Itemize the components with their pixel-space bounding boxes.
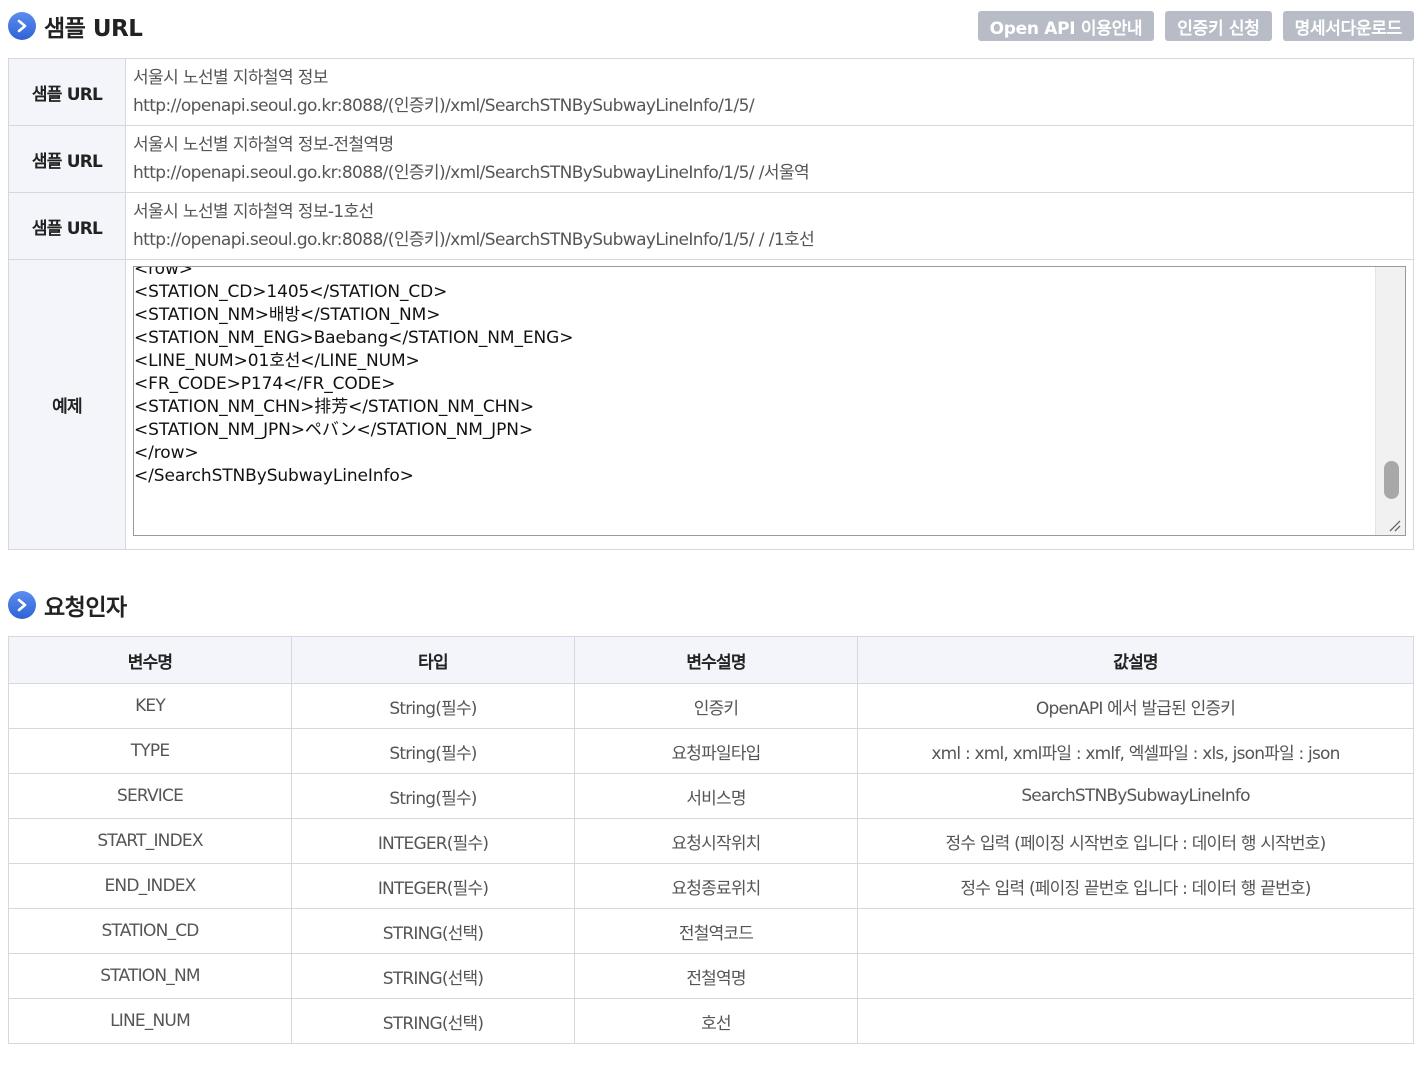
sample-url-cell: 서울시 노선별 지하철역 정보 http://openapi.seoul.go.… xyxy=(125,58,1414,126)
table-row: LINE_NUM STRING(선택) 호선 xyxy=(8,998,1414,1044)
column-header: 타입 xyxy=(291,636,575,684)
sample-description: 서울시 노선별 지하철역 정보 xyxy=(133,68,329,88)
api-key-request-button[interactable]: 인증키 신청 xyxy=(1165,11,1272,41)
row-label: 샘플 URL xyxy=(8,192,126,260)
table-row: STATION_NM STRING(선택) 전철역명 xyxy=(8,953,1414,999)
param-name: STATION_NM xyxy=(8,953,292,999)
param-name: START_INDEX xyxy=(8,818,292,864)
param-description: 요청종료위치 xyxy=(574,863,858,909)
sample-url-link[interactable]: http://openapi.seoul.go.kr:8088/(인증키)/xm… xyxy=(133,159,1406,187)
sample-url-section-header: 샘플 URL xyxy=(8,8,143,44)
param-value-description: OpenAPI 에서 발급된 인증키 xyxy=(857,683,1414,729)
open-api-guide-button[interactable]: Open API 이용안내 xyxy=(977,11,1155,41)
param-type: INTEGER(필수) xyxy=(291,863,575,909)
section-title: 요청인자 xyxy=(44,595,127,621)
code-line: <STATION_NM_ENG>Baebang</STATION_NM_ENG> xyxy=(134,328,574,348)
column-header: 변수설명 xyxy=(574,636,858,684)
sample-url-link[interactable]: http://openapi.seoul.go.kr:8088/(인증키)/xm… xyxy=(133,226,1406,254)
param-name: STATION_CD xyxy=(8,908,292,954)
param-description: 전철역명 xyxy=(574,953,858,999)
table-row: START_INDEX INTEGER(필수) 요청시작위치 정수 입력 (페이… xyxy=(8,818,1414,864)
top-button-group: Open API 이용안내 인증키 신청 명세서다운로드 xyxy=(977,11,1414,41)
scrollbar-thumb[interactable] xyxy=(1384,461,1399,499)
sample-url-cell: 서울시 노선별 지하철역 정보-전철역명 http://openapi.seou… xyxy=(125,125,1414,193)
param-type: String(필수) xyxy=(291,683,575,729)
sample-url-link[interactable]: http://openapi.seoul.go.kr:8088/(인증키)/xm… xyxy=(133,92,1406,120)
sample-url-row: 샘플 URL 서울시 노선별 지하철역 정보-전철역명 http://opena… xyxy=(8,125,1414,193)
table-row: KEY String(필수) 인증키 OpenAPI 에서 발급된 인증키 xyxy=(8,683,1414,729)
code-line: <STATION_NM_JPN>ペバン</STATION_NM_JPN> xyxy=(134,420,534,440)
row-label: 샘플 URL xyxy=(8,58,126,126)
param-type: STRING(선택) xyxy=(291,953,575,999)
param-value-description: SearchSTNBySubwayLineInfo xyxy=(857,773,1414,819)
table-header-row: 변수명 타입 변수설명 값설명 xyxy=(8,636,1414,684)
param-type: String(필수) xyxy=(291,773,575,819)
code-line: </SearchSTNBySubwayLineInfo> xyxy=(134,466,414,486)
table-row: SERVICE String(필수) 서비스명 SearchSTNBySubwa… xyxy=(8,773,1414,819)
spec-download-button[interactable]: 명세서다운로드 xyxy=(1282,11,1414,41)
param-description: 요청시작위치 xyxy=(574,818,858,864)
code-line: <row> xyxy=(134,266,193,279)
param-description: 인증키 xyxy=(574,683,858,729)
sample-url-row: 샘플 URL 서울시 노선별 지하철역 정보 http://openapi.se… xyxy=(8,58,1414,126)
param-type: STRING(선택) xyxy=(291,908,575,954)
table-row: STATION_CD STRING(선택) 전철역코드 xyxy=(8,908,1414,954)
chevron-right-icon xyxy=(8,12,36,40)
example-code-textarea[interactable]: <row> <STATION_CD>1405</STATION_CD> <STA… xyxy=(133,266,1406,536)
code-line: </row> xyxy=(134,443,199,463)
param-name: TYPE xyxy=(8,728,292,774)
param-value-description: xml : xml, xml파일 : xmlf, 엑셀파일 : xls, jso… xyxy=(857,728,1414,774)
chevron-right-icon xyxy=(8,591,36,619)
sample-url-row: 샘플 URL 서울시 노선별 지하철역 정보-1호선 http://openap… xyxy=(8,192,1414,260)
param-description: 서비스명 xyxy=(574,773,858,819)
section-title: 샘플 URL xyxy=(44,16,143,42)
code-line: <STATION_CD>1405</STATION_CD> xyxy=(134,282,448,302)
param-value-description xyxy=(857,998,1414,1044)
param-name: LINE_NUM xyxy=(8,998,292,1044)
table-row: END_INDEX INTEGER(필수) 요청종료위치 정수 입력 (페이징 … xyxy=(8,863,1414,909)
example-cell: <row> <STATION_CD>1405</STATION_CD> <STA… xyxy=(125,259,1414,550)
param-value-description: 정수 입력 (페이징 끝번호 입니다 : 데이터 행 끝번호) xyxy=(857,863,1414,909)
param-name: KEY xyxy=(8,683,292,729)
param-description: 호선 xyxy=(574,998,858,1044)
sample-url-table: 샘플 URL 서울시 노선별 지하철역 정보 http://openapi.se… xyxy=(8,58,1414,550)
table-row: TYPE String(필수) 요청파일타입 xml : xml, xml파일 … xyxy=(8,728,1414,774)
param-type: String(필수) xyxy=(291,728,575,774)
code-line: <FR_CODE>P174</FR_CODE> xyxy=(134,374,396,394)
param-value-description: 정수 입력 (페이징 시작번호 입니다 : 데이터 행 시작번호) xyxy=(857,818,1414,864)
param-type: STRING(선택) xyxy=(291,998,575,1044)
param-description: 요청파일타입 xyxy=(574,728,858,774)
code-line: <LINE_NUM>01호선</LINE_NUM> xyxy=(134,351,420,371)
example-code-lines: <row> <STATION_CD>1405</STATION_CD> <STA… xyxy=(134,266,574,488)
column-header: 변수명 xyxy=(8,636,292,684)
sample-description: 서울시 노선별 지하철역 정보-1호선 xyxy=(133,202,374,222)
resize-handle[interactable] xyxy=(1376,507,1405,535)
sample-description: 서울시 노선별 지하철역 정보-전철역명 xyxy=(133,135,394,155)
example-label: 예제 xyxy=(8,259,126,550)
row-label: 샘플 URL xyxy=(8,125,126,193)
sample-url-cell: 서울시 노선별 지하철역 정보-1호선 http://openapi.seoul… xyxy=(125,192,1414,260)
param-type: INTEGER(필수) xyxy=(291,818,575,864)
param-name: END_INDEX xyxy=(8,863,292,909)
column-header: 값설명 xyxy=(857,636,1414,684)
param-value-description xyxy=(857,953,1414,999)
param-name: SERVICE xyxy=(8,773,292,819)
example-row: 예제 <row> <STATION_CD>1405</STATION_CD> <… xyxy=(8,259,1414,550)
request-params-section-header: 요청인자 xyxy=(8,587,127,623)
code-line: <STATION_NM>배방</STATION_NM> xyxy=(134,305,441,325)
param-value-description xyxy=(857,908,1414,954)
resize-grip-icon xyxy=(1389,520,1401,532)
request-params-table: 변수명 타입 변수설명 값설명 KEY String(필수) 인증키 OpenA… xyxy=(8,636,1414,1044)
param-description: 전철역코드 xyxy=(574,908,858,954)
code-line: <STATION_NM_CHN>排芳</STATION_NM_CHN> xyxy=(134,397,535,417)
